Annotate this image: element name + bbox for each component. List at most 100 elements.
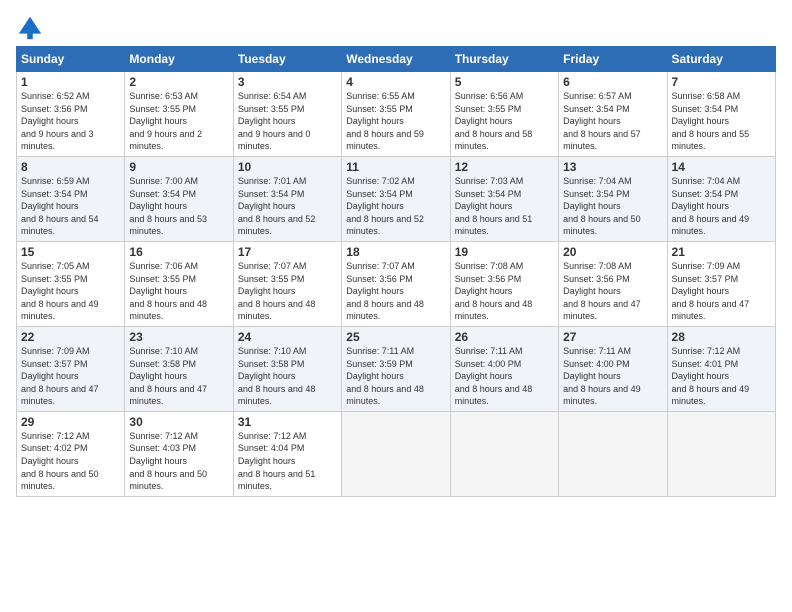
day-number: 12 <box>455 160 554 174</box>
day-number: 5 <box>455 75 554 89</box>
day-info: Sunrise: 6:53 AMSunset: 3:55 PMDaylight … <box>129 91 202 151</box>
day-info: Sunrise: 7:09 AMSunset: 3:57 PMDaylight … <box>672 261 750 321</box>
day-number: 14 <box>672 160 771 174</box>
day-cell: 26Sunrise: 7:11 AMSunset: 4:00 PMDayligh… <box>450 326 558 411</box>
week-row-5: 29 Sunrise: 7:12 AMSunset: 4:02 PMDayligh… <box>17 411 776 496</box>
day-number: 1 <box>21 75 120 89</box>
day-cell: 10 Sunrise: 7:01 AMSunset: 3:54 PMDayligh… <box>233 156 341 241</box>
day-number: 31 <box>238 415 337 429</box>
day-info: Sunrise: 7:10 AMSunset: 3:58 PMDaylight … <box>238 346 316 406</box>
col-header-tuesday: Tuesday <box>233 47 341 72</box>
day-cell <box>450 411 558 496</box>
header <box>16 10 776 42</box>
day-info: Sunrise: 7:04 AMSunset: 3:54 PMDaylight … <box>563 176 641 236</box>
day-info: Sunrise: 7:12 AMSunset: 4:02 PMDaylight … <box>21 431 99 491</box>
day-info: Sunrise: 7:03 AMSunset: 3:54 PMDaylight … <box>455 176 533 236</box>
day-cell: 29 Sunrise: 7:12 AMSunset: 4:02 PMDayligh… <box>17 411 125 496</box>
day-info: Sunrise: 6:56 AMSunset: 3:55 PMDaylight … <box>455 91 533 151</box>
week-row-2: 8 Sunrise: 6:59 AMSunset: 3:54 PMDaylight… <box>17 156 776 241</box>
day-number: 7 <box>672 75 771 89</box>
day-info: Sunrise: 7:11 AMSunset: 3:59 PMDaylight … <box>346 346 424 406</box>
day-info: Sunrise: 6:57 AMSunset: 3:54 PMDaylight … <box>563 91 641 151</box>
day-cell: 25 Sunrise: 7:11 AMSunset: 3:59 PMDayligh… <box>342 326 450 411</box>
logo <box>16 14 48 42</box>
day-info: Sunrise: 7:01 AMSunset: 3:54 PMDaylight … <box>238 176 316 236</box>
day-cell: 19Sunrise: 7:08 AMSunset: 3:56 PMDayligh… <box>450 241 558 326</box>
day-number: 28 <box>672 330 771 344</box>
day-info: Sunrise: 7:12 AMSunset: 4:01 PMDaylight … <box>672 346 750 406</box>
day-info: Sunrise: 7:12 AMSunset: 4:03 PMDaylight … <box>129 431 207 491</box>
page-container: SundayMondayTuesdayWednesdayThursdayFrid… <box>0 0 792 507</box>
day-number: 9 <box>129 160 228 174</box>
day-info: Sunrise: 7:00 AMSunset: 3:54 PMDaylight … <box>129 176 207 236</box>
day-cell <box>342 411 450 496</box>
day-cell: 30Sunrise: 7:12 AMSunset: 4:03 PMDayligh… <box>125 411 233 496</box>
day-cell: 7 Sunrise: 6:58 AMSunset: 3:54 PMDaylight… <box>667 72 775 157</box>
day-info: Sunrise: 7:02 AMSunset: 3:54 PMDaylight … <box>346 176 424 236</box>
week-row-1: 1 Sunrise: 6:52 AMSunset: 3:56 PMDaylight… <box>17 72 776 157</box>
col-header-thursday: Thursday <box>450 47 558 72</box>
week-row-3: 15 Sunrise: 7:05 AMSunset: 3:55 PMDayligh… <box>17 241 776 326</box>
day-cell: 12 Sunrise: 7:03 AMSunset: 3:54 PMDayligh… <box>450 156 558 241</box>
calendar-table: SundayMondayTuesdayWednesdayThursdayFrid… <box>16 46 776 497</box>
day-number: 19 <box>455 245 554 259</box>
day-cell: 6 Sunrise: 6:57 AMSunset: 3:54 PMDaylight… <box>559 72 667 157</box>
col-header-saturday: Saturday <box>667 47 775 72</box>
day-number: 6 <box>563 75 662 89</box>
day-number: 27 <box>563 330 662 344</box>
day-number: 25 <box>346 330 445 344</box>
day-cell: 8 Sunrise: 6:59 AMSunset: 3:54 PMDaylight… <box>17 156 125 241</box>
day-number: 16 <box>129 245 228 259</box>
day-number: 24 <box>238 330 337 344</box>
day-cell: 3Sunrise: 6:54 AMSunset: 3:55 PMDaylight… <box>233 72 341 157</box>
day-cell: 27Sunrise: 7:11 AMSunset: 4:00 PMDayligh… <box>559 326 667 411</box>
day-cell: 13Sunrise: 7:04 AMSunset: 3:54 PMDayligh… <box>559 156 667 241</box>
day-info: Sunrise: 7:05 AMSunset: 3:55 PMDaylight … <box>21 261 99 321</box>
day-number: 20 <box>563 245 662 259</box>
day-info: Sunrise: 7:12 AMSunset: 4:04 PMDaylight … <box>238 431 316 491</box>
day-cell: 22 Sunrise: 7:09 AMSunset: 3:57 PMDayligh… <box>17 326 125 411</box>
day-info: Sunrise: 7:09 AMSunset: 3:57 PMDaylight … <box>21 346 99 406</box>
day-number: 26 <box>455 330 554 344</box>
day-cell: 1 Sunrise: 6:52 AMSunset: 3:56 PMDaylight… <box>17 72 125 157</box>
day-number: 8 <box>21 160 120 174</box>
day-info: Sunrise: 7:10 AMSunset: 3:58 PMDaylight … <box>129 346 207 406</box>
day-info: Sunrise: 7:07 AMSunset: 3:56 PMDaylight … <box>346 261 424 321</box>
day-cell: 15 Sunrise: 7:05 AMSunset: 3:55 PMDayligh… <box>17 241 125 326</box>
day-number: 22 <box>21 330 120 344</box>
day-cell: 31 Sunrise: 7:12 AMSunset: 4:04 PMDayligh… <box>233 411 341 496</box>
day-number: 10 <box>238 160 337 174</box>
day-info: Sunrise: 7:06 AMSunset: 3:55 PMDaylight … <box>129 261 207 321</box>
day-info: Sunrise: 7:08 AMSunset: 3:56 PMDaylight … <box>563 261 641 321</box>
day-cell: 20 Sunrise: 7:08 AMSunset: 3:56 PMDayligh… <box>559 241 667 326</box>
day-cell: 9 Sunrise: 7:00 AMSunset: 3:54 PMDaylight… <box>125 156 233 241</box>
col-header-wednesday: Wednesday <box>342 47 450 72</box>
day-cell: 21 Sunrise: 7:09 AMSunset: 3:57 PMDayligh… <box>667 241 775 326</box>
day-info: Sunrise: 6:59 AMSunset: 3:54 PMDaylight … <box>21 176 99 236</box>
day-info: Sunrise: 6:55 AMSunset: 3:55 PMDaylight … <box>346 91 424 151</box>
day-number: 3 <box>238 75 337 89</box>
day-number: 17 <box>238 245 337 259</box>
day-info: Sunrise: 7:07 AMSunset: 3:55 PMDaylight … <box>238 261 316 321</box>
day-cell <box>559 411 667 496</box>
logo-icon <box>16 14 44 42</box>
day-number: 29 <box>21 415 120 429</box>
day-cell: 18 Sunrise: 7:07 AMSunset: 3:56 PMDayligh… <box>342 241 450 326</box>
day-cell: 28 Sunrise: 7:12 AMSunset: 4:01 PMDayligh… <box>667 326 775 411</box>
day-info: Sunrise: 7:04 AMSunset: 3:54 PMDaylight … <box>672 176 750 236</box>
day-number: 4 <box>346 75 445 89</box>
day-info: Sunrise: 6:52 AMSunset: 3:56 PMDaylight … <box>21 91 94 151</box>
day-number: 15 <box>21 245 120 259</box>
header-row: SundayMondayTuesdayWednesdayThursdayFrid… <box>17 47 776 72</box>
day-info: Sunrise: 6:58 AMSunset: 3:54 PMDaylight … <box>672 91 750 151</box>
day-number: 18 <box>346 245 445 259</box>
day-cell: 4 Sunrise: 6:55 AMSunset: 3:55 PMDaylight… <box>342 72 450 157</box>
day-cell: 11Sunrise: 7:02 AMSunset: 3:54 PMDayligh… <box>342 156 450 241</box>
week-row-4: 22 Sunrise: 7:09 AMSunset: 3:57 PMDayligh… <box>17 326 776 411</box>
day-cell <box>667 411 775 496</box>
day-cell: 2Sunrise: 6:53 AMSunset: 3:55 PMDaylight… <box>125 72 233 157</box>
day-cell: 23Sunrise: 7:10 AMSunset: 3:58 PMDayligh… <box>125 326 233 411</box>
day-cell: 24 Sunrise: 7:10 AMSunset: 3:58 PMDayligh… <box>233 326 341 411</box>
col-header-friday: Friday <box>559 47 667 72</box>
day-number: 21 <box>672 245 771 259</box>
